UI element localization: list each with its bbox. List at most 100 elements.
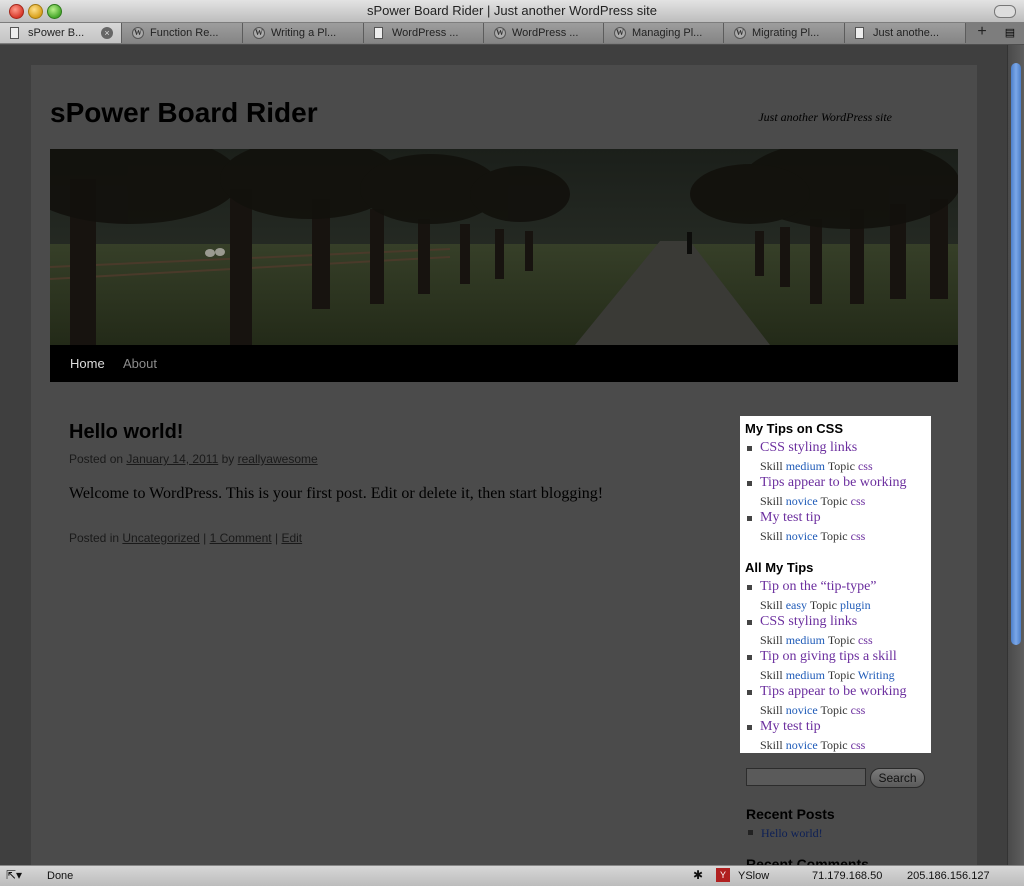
main-navigation: Home About bbox=[50, 345, 958, 382]
topic-link[interactable]: Writing bbox=[858, 668, 895, 682]
wordpress-icon: W bbox=[734, 27, 746, 39]
tip-link[interactable]: Tips appear to be working bbox=[760, 684, 906, 700]
tab-wordpress-2[interactable]: W WordPress ... bbox=[484, 23, 604, 43]
wordpress-icon: W bbox=[494, 27, 506, 39]
search-button[interactable]: Search bbox=[870, 768, 925, 788]
new-tab-plus-icon[interactable]: + bbox=[970, 23, 994, 43]
tip-meta: Skill novice Topic css bbox=[760, 529, 866, 543]
skill-link[interactable]: novice bbox=[786, 494, 818, 508]
tab-writing-a-plugin[interactable]: W Writing a Pl... bbox=[243, 23, 364, 43]
tab-label: WordPress ... bbox=[512, 27, 579, 39]
bullet-icon bbox=[747, 585, 752, 590]
wordpress-icon: W bbox=[614, 27, 626, 39]
ip-address-2: 205.186.156.127 bbox=[907, 870, 990, 882]
category-link[interactable]: Uncategorized bbox=[122, 531, 199, 545]
yslow-label[interactable]: YSlow bbox=[738, 870, 769, 882]
tip-meta: Skill medium Topic css bbox=[760, 459, 873, 473]
post-author-link[interactable]: reallyawesome bbox=[238, 452, 318, 466]
topic-link[interactable]: css bbox=[851, 738, 866, 752]
window-title: sPower Board Rider | Just another WordPr… bbox=[367, 3, 657, 18]
topic-link[interactable]: css bbox=[851, 494, 866, 508]
skill-link[interactable]: novice bbox=[786, 703, 818, 717]
tip-link[interactable]: My test tip bbox=[760, 510, 821, 526]
tip-link[interactable]: My test tip bbox=[760, 719, 821, 735]
skill-link[interactable]: easy bbox=[786, 598, 807, 612]
tab-label: Just anothe... bbox=[873, 27, 940, 39]
tab-label: WordPress ... bbox=[392, 27, 459, 39]
separator: | bbox=[203, 531, 207, 545]
tip-meta: Skill easy Topic plugin bbox=[760, 598, 871, 612]
tab-migrating-plugins[interactable]: W Migrating Pl... bbox=[724, 23, 845, 43]
tab-bar: sPower B... × W Function Re... W Writing… bbox=[0, 22, 1024, 45]
site-title[interactable]: sPower Board Rider bbox=[50, 97, 318, 129]
skill-link[interactable]: medium bbox=[786, 459, 825, 473]
bullet-icon bbox=[747, 690, 752, 695]
post-date-link[interactable]: January 14, 2011 bbox=[126, 452, 218, 466]
document-icon bbox=[10, 27, 19, 39]
edit-link[interactable]: Edit bbox=[281, 531, 302, 545]
nav-about-link[interactable]: About bbox=[123, 356, 157, 371]
topic-link[interactable]: css bbox=[851, 529, 866, 543]
tip-link[interactable]: CSS styling links bbox=[760, 614, 857, 630]
tip-link[interactable]: CSS styling links bbox=[760, 440, 857, 456]
tip-meta: Skill medium Topic Writing bbox=[760, 668, 895, 682]
topic-link[interactable]: css bbox=[851, 703, 866, 717]
bug-icon[interactable]: ✱ bbox=[693, 868, 703, 882]
tab-label: Migrating Pl... bbox=[752, 27, 820, 39]
skill-link[interactable]: novice bbox=[786, 529, 818, 543]
tree-avenue-image bbox=[50, 149, 958, 345]
comments-link[interactable]: 1 Comment bbox=[210, 531, 272, 545]
post-meta-by: by bbox=[221, 452, 235, 466]
tips-widget: My Tips on CSS CSS styling links Skill m… bbox=[740, 416, 931, 753]
tab-spower[interactable]: sPower B... × bbox=[0, 23, 122, 43]
tab-label: sPower B... bbox=[28, 27, 85, 39]
skill-link[interactable]: medium bbox=[786, 668, 825, 682]
tab-function-reference[interactable]: W Function Re... bbox=[122, 23, 243, 43]
tab-label: Function Re... bbox=[150, 27, 219, 39]
tip-link[interactable]: Tips appear to be working bbox=[760, 475, 906, 491]
topic-link[interactable]: css bbox=[858, 459, 873, 473]
tip-link[interactable]: Tip on giving tips a skill bbox=[760, 649, 897, 665]
wordpress-icon: W bbox=[132, 27, 144, 39]
vertical-scrollbar[interactable] bbox=[1007, 45, 1024, 865]
tab-wordpress-1[interactable]: WordPress ... bbox=[364, 23, 484, 43]
tab-just-another[interactable]: Just anothe... bbox=[845, 23, 966, 43]
recent-post-link[interactable]: Hello world! bbox=[761, 826, 823, 841]
wordpress-icon: W bbox=[253, 27, 265, 39]
widget-title-css-tips: My Tips on CSS bbox=[745, 421, 843, 436]
document-icon bbox=[374, 27, 383, 39]
topic-link[interactable]: css bbox=[858, 633, 873, 647]
status-arrow-icon[interactable]: ⇱▾ bbox=[6, 868, 22, 882]
tab-list-icon[interactable]: ▤ bbox=[998, 23, 1022, 43]
skill-link[interactable]: medium bbox=[786, 633, 825, 647]
recent-comments-title: Recent Comments bbox=[746, 856, 869, 865]
posted-in-label: Posted in bbox=[69, 531, 120, 545]
site-description: Just another WordPress site bbox=[758, 110, 892, 124]
yslow-icon[interactable]: Y bbox=[716, 868, 730, 882]
tip-meta: Skill novice Topic css bbox=[760, 494, 866, 508]
bullet-icon bbox=[748, 830, 753, 835]
tab-managing-plugins[interactable]: W Managing Pl... bbox=[604, 23, 724, 43]
post-meta: Posted on January 14, 2011 by reallyawes… bbox=[69, 452, 318, 466]
window-title-bar: sPower Board Rider | Just another WordPr… bbox=[0, 0, 1024, 23]
tip-meta: Skill medium Topic css bbox=[760, 633, 873, 647]
bullet-icon bbox=[747, 620, 752, 625]
tab-label: Writing a Pl... bbox=[271, 27, 337, 39]
topic-link[interactable]: plugin bbox=[840, 598, 871, 612]
tab-close-icon[interactable]: × bbox=[101, 27, 113, 39]
bullet-icon bbox=[747, 725, 752, 730]
nav-home-link[interactable]: Home bbox=[70, 356, 105, 371]
post-content: Welcome to WordPress. This is your first… bbox=[69, 485, 604, 502]
bullet-icon bbox=[747, 481, 752, 486]
toolbar-toggle-button[interactable] bbox=[994, 5, 1016, 18]
search-input[interactable] bbox=[746, 768, 866, 786]
post-footer: Posted in Uncategorized | 1 Comment | Ed… bbox=[69, 531, 302, 545]
scrollbar-thumb[interactable] bbox=[1011, 63, 1021, 645]
header-image[interactable] bbox=[50, 149, 958, 345]
widget-title-all-tips: All My Tips bbox=[745, 560, 814, 575]
ip-address-1: 71.179.168.50 bbox=[812, 870, 883, 882]
bullet-icon bbox=[747, 516, 752, 521]
post-title[interactable]: Hello world! bbox=[69, 421, 183, 444]
skill-link[interactable]: novice bbox=[786, 738, 818, 752]
tip-link[interactable]: Tip on the “tip-type” bbox=[760, 579, 877, 595]
